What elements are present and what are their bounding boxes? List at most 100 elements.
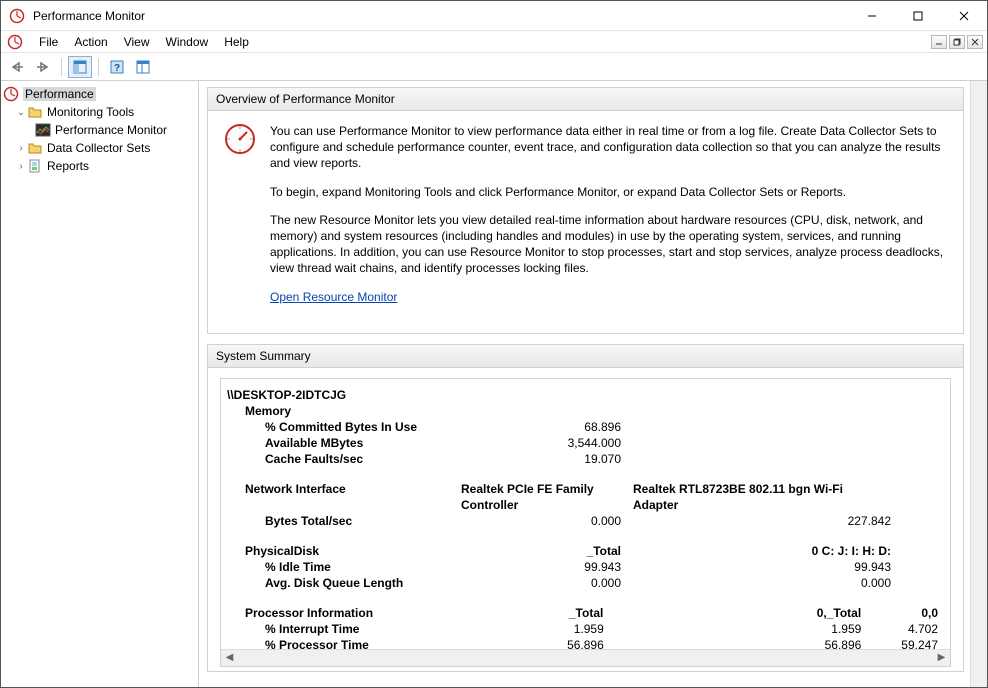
mdi-restore-button[interactable] [949, 35, 965, 49]
column-header: _Total [451, 605, 615, 621]
tree-node-reports[interactable]: › Reports [1, 157, 198, 175]
expander-closed-icon[interactable]: › [15, 161, 27, 172]
mdi-controls [931, 31, 987, 52]
section-memory: Memory [221, 403, 461, 419]
counter-value: 0.000 [461, 575, 633, 591]
tree-node-performance-monitor[interactable]: Performance Monitor [1, 121, 198, 139]
counter-value: 68.896 [461, 419, 633, 435]
counter-value: 0.000 [461, 513, 633, 529]
tree-label: Performance Monitor [55, 123, 167, 137]
overview-body: You can use Performance Monitor to view … [208, 111, 963, 333]
counter-label: % Committed Bytes In Use [221, 419, 461, 435]
column-header: 0,_Total [615, 605, 873, 621]
nav-forward-button[interactable] [31, 56, 55, 78]
folder-icon [27, 104, 43, 120]
toolbar-separator [61, 58, 62, 76]
counter-value: 99.943 [461, 559, 633, 575]
close-button[interactable] [941, 1, 987, 30]
counter-value: 1.959 [616, 621, 874, 637]
nav-tree[interactable]: Performance ⌄ Monitoring Tools Performan… [1, 81, 199, 687]
tree-node-performance[interactable]: Performance [1, 85, 198, 103]
horizontal-scrollbar[interactable]: ◀ ▶ [221, 649, 950, 666]
counter-value: 3,544.000 [461, 435, 633, 451]
scroll-right-arrow[interactable]: ▶ [933, 649, 950, 666]
tree-label: Performance [23, 87, 96, 101]
content-pane: Overview of Performance Monitor [199, 81, 987, 687]
content-scroll[interactable]: Overview of Performance Monitor [199, 81, 970, 687]
host-label: \\DESKTOP-2IDTCJG [221, 387, 461, 403]
maximize-button[interactable] [895, 1, 941, 30]
chart-icon [35, 122, 51, 138]
svg-text:?: ? [114, 63, 120, 74]
counter-label: Avg. Disk Queue Length [221, 575, 461, 591]
section-processor: Processor Information [221, 605, 451, 621]
expander-closed-icon[interactable]: › [15, 143, 27, 154]
counter-value: 4.702 [873, 621, 950, 637]
counter-value: 19.070 [461, 451, 633, 467]
toolbar: ? [1, 53, 987, 81]
column-header: Realtek RTL8723BE 802.11 bgn Wi-Fi Adapt… [633, 481, 903, 513]
counter-label: Available MBytes [221, 435, 461, 451]
report-icon [27, 158, 43, 174]
tree-node-data-collector-sets[interactable]: › Data Collector Sets [1, 139, 198, 157]
system-summary-panel: System Summary \\DESKTOP-2IDTCJG Memory … [207, 344, 964, 672]
section-network: Network Interface [221, 481, 461, 513]
system-summary-header: System Summary [208, 345, 963, 368]
app-icon-small [7, 34, 23, 50]
counter-value: 0.000 [633, 575, 903, 591]
minimize-button[interactable] [849, 1, 895, 30]
folder-icon [27, 140, 43, 156]
counter-value: 56.896 [452, 637, 616, 649]
perfmon-large-icon [224, 123, 256, 155]
summary-content: \\DESKTOP-2IDTCJG Memory % Committed Byt… [221, 379, 950, 649]
vertical-scrollbar[interactable] [970, 81, 987, 687]
counter-label: % Interrupt Time [221, 621, 452, 637]
summary-scroll: \\DESKTOP-2IDTCJG Memory % Committed Byt… [220, 378, 951, 667]
column-header: 0 C: J: I: H: D: [633, 543, 903, 559]
mdi-close-button[interactable] [967, 35, 983, 49]
properties-button[interactable] [131, 56, 155, 78]
help-button[interactable]: ? [105, 56, 129, 78]
tree-label: Monitoring Tools [47, 105, 134, 119]
menu-view[interactable]: View [116, 31, 158, 52]
menubar: File Action View Window Help [1, 31, 257, 52]
menu-action[interactable]: Action [66, 31, 115, 52]
section-physicaldisk: PhysicalDisk [221, 543, 461, 559]
mdi-minimize-button[interactable] [931, 35, 947, 49]
tree-node-monitoring-tools[interactable]: ⌄ Monitoring Tools [1, 103, 198, 121]
overview-paragraph: You can use Performance Monitor to view … [270, 123, 947, 172]
nav-back-button[interactable] [5, 56, 29, 78]
menubar-row: File Action View Window Help [1, 31, 987, 53]
menu-help[interactable]: Help [216, 31, 257, 52]
counter-label: % Processor Time [221, 637, 452, 649]
overview-panel: Overview of Performance Monitor [207, 87, 964, 334]
app-icon [9, 8, 25, 24]
counter-value: 227.842 [633, 513, 903, 529]
counter-label: % Idle Time [221, 559, 461, 575]
perfmon-icon [3, 86, 19, 102]
overview-header: Overview of Performance Monitor [208, 88, 963, 111]
scroll-left-arrow[interactable]: ◀ [221, 649, 238, 666]
counter-label: Cache Faults/sec [221, 451, 461, 467]
open-resource-monitor-link[interactable]: Open Resource Monitor [270, 290, 397, 304]
expander-open-icon[interactable]: ⌄ [15, 107, 27, 118]
titlebar: Performance Monitor [1, 1, 987, 31]
menu-window[interactable]: Window [158, 31, 217, 52]
menu-file[interactable]: File [31, 31, 66, 52]
system-summary-body: \\DESKTOP-2IDTCJG Memory % Committed Byt… [208, 368, 963, 671]
column-header: 0,0 [873, 605, 950, 621]
counter-value: 1.959 [452, 621, 616, 637]
client-area: Performance ⌄ Monitoring Tools Performan… [1, 81, 987, 687]
column-header: Realtek PCIe FE Family Controller [461, 481, 633, 513]
counter-value: 59.247 [873, 637, 950, 649]
overview-paragraph: The new Resource Monitor lets you view d… [270, 212, 947, 277]
overview-text: You can use Performance Monitor to view … [270, 123, 947, 317]
tree-label: Data Collector Sets [47, 141, 150, 155]
toolbar-separator [98, 58, 99, 76]
window-title: Performance Monitor [33, 9, 849, 23]
overview-paragraph: To begin, expand Monitoring Tools and cl… [270, 184, 947, 200]
counter-label: Bytes Total/sec [221, 513, 461, 529]
show-tree-button[interactable] [68, 56, 92, 78]
tree-label: Reports [47, 159, 89, 173]
window-controls [849, 1, 987, 30]
